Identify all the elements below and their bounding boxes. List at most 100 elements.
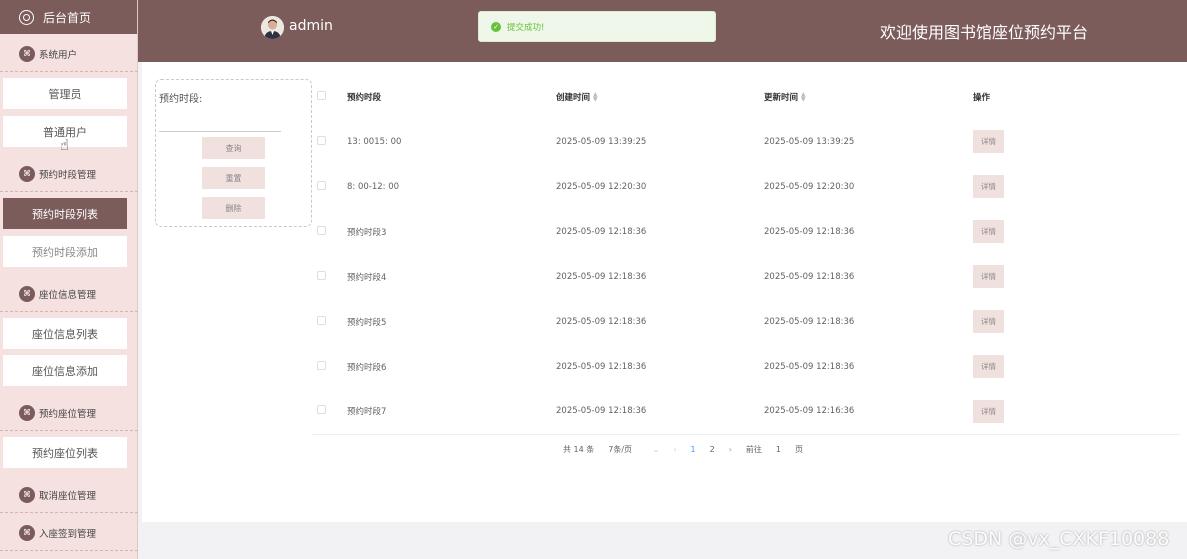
column-header-created[interactable]: 创建时间 ▲ ▼ bbox=[556, 74, 764, 119]
query-button[interactable]: 查询 bbox=[202, 137, 265, 159]
table-row: 8: 00-12: 00 2025-05-09 12:20:30 2025-05… bbox=[312, 164, 1180, 209]
select-all-checkbox[interactable] bbox=[317, 90, 326, 100]
sidebar-item-reservation-list[interactable]: 预约座位列表 bbox=[3, 437, 127, 468]
detail-button[interactable]: 详情 bbox=[973, 355, 1004, 378]
sidebar-item-timeslot-add[interactable]: 预约时段添加 bbox=[3, 236, 127, 267]
goto-page-input[interactable]: 1 bbox=[776, 445, 781, 454]
sidebar-group-label: 座位信息管理 bbox=[39, 289, 97, 301]
cell-updated: 2025-05-09 12:18:36 bbox=[764, 226, 855, 237]
timeslot-search-input[interactable] bbox=[159, 108, 281, 132]
column-header-name: 预约时段 bbox=[347, 92, 382, 103]
cell-created: 2025-05-09 12:18:36 bbox=[556, 389, 764, 435]
row-checkbox[interactable] bbox=[317, 360, 326, 370]
table-header-row: 预约时段 创建时间 ▲ ▼ 更新时间 ▲ ▼ 操作 bbox=[312, 74, 1180, 119]
detail-button[interactable]: 详情 bbox=[973, 265, 1004, 288]
main-content: 预约时段: 查询 重置 删除 预约时段 创建时间 ▲ ▼ 更新时间 ▲ ▼ 操作 13:… bbox=[142, 62, 1187, 522]
row-checkbox[interactable] bbox=[317, 270, 326, 280]
toast-message: 提交成功! bbox=[507, 22, 545, 33]
next-page-icon[interactable]: › bbox=[729, 445, 732, 454]
cell-updated: 2025-05-09 13:39:25 bbox=[764, 136, 855, 147]
sidebar-home-label: 后台首页 bbox=[43, 10, 92, 25]
cell-name: 预约时段7 bbox=[347, 389, 556, 435]
page-size-value: 7条/页 bbox=[608, 445, 633, 454]
detail-button[interactable]: 详情 bbox=[973, 399, 1004, 423]
sidebar-group-system-users[interactable]: ⌘ 系统用户 bbox=[0, 36, 138, 72]
pagination: 共 14 条 7条/页 ⌄ ‹ 1 2 › 前往 1 页 bbox=[563, 444, 817, 455]
cell-name: 预约时段5 bbox=[347, 317, 387, 328]
timeslot-table: 预约时段 创建时间 ▲ ▼ 更新时间 ▲ ▼ 操作 13: 0015: 00 2025-… bbox=[312, 74, 1180, 435]
prev-page-icon[interactable]: ‹ bbox=[673, 445, 676, 454]
hand-cursor-icon: ☝ bbox=[60, 136, 70, 154]
delete-button[interactable]: 删除 bbox=[202, 197, 265, 219]
menu-group-icon: ⌘ bbox=[19, 45, 35, 62]
menu-group-icon: ⌘ bbox=[19, 486, 35, 503]
menu-group-icon: ⌘ bbox=[19, 524, 35, 541]
table-row: 预约时段3 2025-05-09 12:18:36 2025-05-09 12:… bbox=[312, 209, 1180, 254]
sidebar-group-reservation[interactable]: ⌘ 预约座位管理 bbox=[0, 395, 138, 431]
detail-button[interactable]: 详情 bbox=[973, 175, 1004, 198]
sidebar-group-seat-info[interactable]: ⌘ 座位信息管理 bbox=[0, 276, 138, 312]
column-header-label: 创建时间 bbox=[556, 92, 591, 103]
column-header-action: 操作 bbox=[973, 92, 991, 103]
cell-updated: 2025-05-09 12:16:36 bbox=[764, 389, 973, 435]
sidebar-group-label: 取消座位管理 bbox=[39, 490, 97, 502]
cell-name: 预约时段4 bbox=[347, 272, 387, 283]
username[interactable]: admin bbox=[289, 18, 333, 34]
page-title: 欢迎使用图书馆座位预约平台 bbox=[880, 23, 1089, 42]
cell-created: 2025-05-09 12:18:36 bbox=[556, 226, 647, 237]
sidebar: 后台首页 ⌘ 系统用户 管理员 普通用户 ☝ ⌘ 预约时段管理 预约时段列表 预… bbox=[0, 0, 138, 559]
sort-icon[interactable]: ▲ ▼ bbox=[593, 92, 598, 103]
detail-button[interactable]: 详情 bbox=[973, 310, 1004, 333]
page-number-2[interactable]: 2 bbox=[710, 445, 715, 454]
cell-name: 13: 0015: 00 bbox=[347, 136, 402, 147]
sidebar-group-timeslot[interactable]: ⌘ 预约时段管理 bbox=[0, 156, 138, 192]
sidebar-item-timeslot-list[interactable]: 预约时段列表 bbox=[3, 198, 127, 229]
success-toast: ✓ 提交成功! bbox=[478, 11, 716, 42]
cell-created: 2025-05-09 12:20:30 bbox=[556, 181, 647, 192]
row-checkbox[interactable] bbox=[317, 180, 326, 190]
cell-updated: 2025-05-09 12:20:30 bbox=[764, 181, 855, 192]
table-row: 预约时段4 2025-05-09 12:18:36 2025-05-09 12:… bbox=[312, 254, 1180, 299]
sidebar-item-seat-list[interactable]: 座位信息列表 bbox=[3, 318, 127, 349]
sidebar-item-seat-add[interactable]: 座位信息添加 bbox=[3, 355, 127, 386]
column-header-label: 更新时间 bbox=[764, 92, 799, 103]
avatar[interactable] bbox=[261, 16, 284, 39]
detail-button[interactable]: 详情 bbox=[973, 220, 1004, 243]
sidebar-group-label: 预约时段管理 bbox=[39, 169, 97, 181]
menu-group-icon: ⌘ bbox=[19, 285, 35, 302]
sidebar-group-checkin[interactable]: ⌘ 入座签到管理 bbox=[0, 515, 138, 551]
row-checkbox[interactable] bbox=[317, 405, 326, 415]
cell-created: 2025-05-09 12:18:36 bbox=[556, 361, 647, 372]
sort-icon[interactable]: ▲ ▼ bbox=[801, 92, 806, 103]
reset-button[interactable]: 重置 bbox=[202, 167, 265, 189]
sidebar-group-cancel[interactable]: ⌘ 取消座位管理 bbox=[0, 477, 138, 513]
home-icon bbox=[19, 9, 34, 25]
cell-updated: 2025-05-09 12:18:36 bbox=[764, 361, 855, 372]
page-number-1[interactable]: 1 bbox=[691, 445, 696, 454]
pagination-total: 共 14 条 bbox=[563, 445, 595, 454]
table-row: 预约时段7 2025-05-09 12:18:36 2025-05-09 12:… bbox=[312, 389, 1180, 435]
top-header: admin ✓ 提交成功! 欢迎使用图书馆座位预约平台 bbox=[138, 0, 1187, 62]
column-header-updated[interactable]: 更新时间 ▲ ▼ bbox=[764, 74, 973, 119]
page-size-select[interactable]: 7条/页 ⌄ bbox=[608, 444, 659, 455]
cell-created: 2025-05-09 12:18:36 bbox=[556, 316, 647, 327]
table-row: 预约时段6 2025-05-09 12:18:36 2025-05-09 12:… bbox=[312, 344, 1180, 389]
page-unit-label: 页 bbox=[795, 445, 803, 454]
check-circle-icon: ✓ bbox=[491, 21, 501, 32]
sidebar-home[interactable]: 后台首页 bbox=[0, 0, 137, 34]
search-panel: 预约时段: 查询 重置 删除 bbox=[155, 79, 312, 227]
cell-name: 预约时段6 bbox=[347, 362, 387, 373]
chevron-down-icon: ⌄ bbox=[652, 445, 660, 454]
sidebar-group-label: 预约座位管理 bbox=[39, 408, 97, 420]
table-row: 13: 0015: 00 2025-05-09 13:39:25 2025-05… bbox=[312, 119, 1180, 164]
cell-updated: 2025-05-09 12:18:36 bbox=[764, 316, 855, 327]
sidebar-group-label: 系统用户 bbox=[39, 49, 78, 61]
row-checkbox[interactable] bbox=[317, 315, 326, 325]
row-checkbox[interactable] bbox=[317, 225, 326, 235]
search-label: 预约时段: bbox=[159, 94, 203, 105]
sidebar-group-label: 入座签到管理 bbox=[39, 528, 97, 540]
row-checkbox[interactable] bbox=[317, 135, 326, 145]
sidebar-item-admin[interactable]: 管理员 bbox=[3, 78, 127, 109]
menu-group-icon: ⌘ bbox=[19, 404, 35, 421]
detail-button[interactable]: 详情 bbox=[973, 130, 1004, 153]
